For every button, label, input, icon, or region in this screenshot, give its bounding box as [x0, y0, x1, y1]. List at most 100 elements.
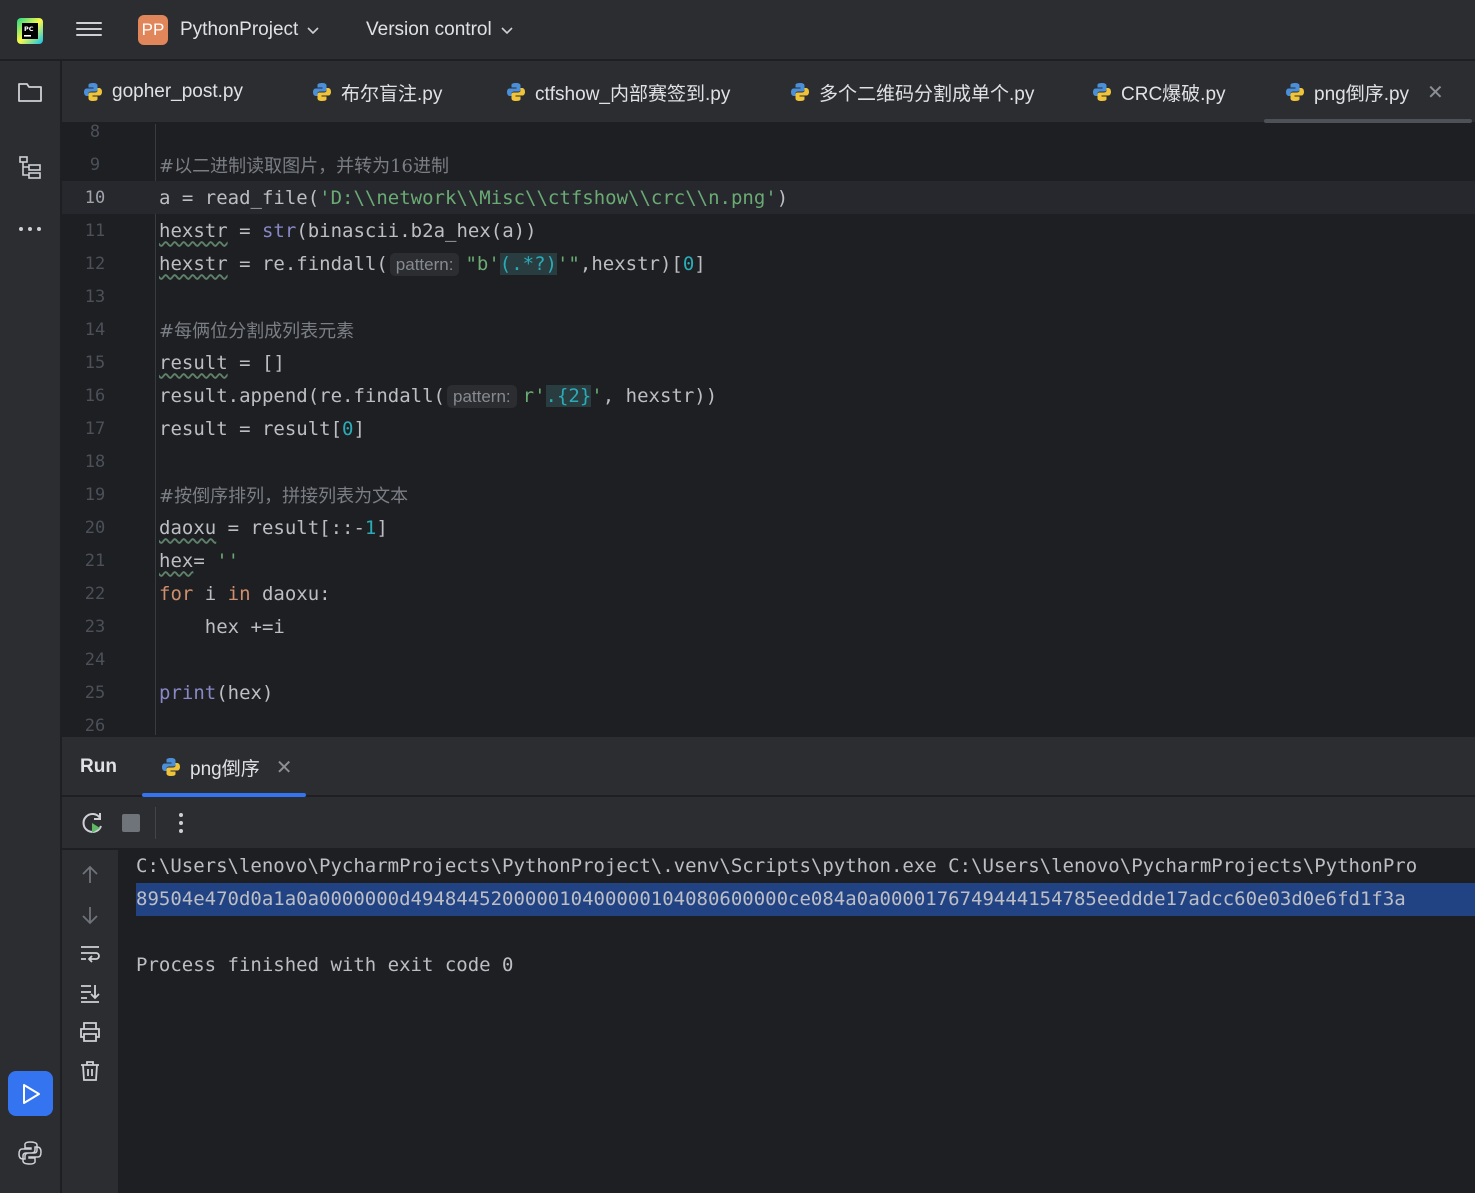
code-line: 18	[62, 445, 1475, 478]
tab-bool-blind[interactable]: 布尔盲注.py	[311, 61, 442, 123]
print-icon[interactable]	[78, 1020, 102, 1044]
version-control-selector[interactable]: Version control	[366, 14, 514, 46]
code-line: 19 #按倒序排列，拼接列表为文本	[62, 478, 1475, 511]
arrow-down-icon[interactable]	[78, 903, 102, 927]
tab-label: gopher_post.py	[112, 81, 243, 102]
tab-label: CRC爆破.py	[1121, 83, 1226, 105]
version-control-label: Version control	[366, 19, 492, 40]
code-line: 20 daoxu = result[::-1]	[62, 511, 1475, 544]
code-token: (hex)	[216, 681, 274, 704]
tab-label: png倒序.py	[1314, 83, 1410, 105]
line-number: 21	[84, 550, 106, 571]
kebab-icon[interactable]	[168, 810, 194, 836]
tab-qrcode-split[interactable]: 多个二维码分割成单个.py	[789, 61, 1034, 123]
code-number: 0	[342, 417, 354, 440]
code-token: = re.findall(	[227, 252, 388, 275]
project-name: PythonProject	[180, 19, 299, 40]
code-line: 16 result.append(re.findall(pattern: r'.{…	[62, 379, 1475, 412]
code-line: 21 hex= ''	[62, 544, 1475, 577]
code-keyword: in	[227, 582, 251, 605]
run-panel-header: Run png倒序 ✕	[62, 736, 1475, 797]
toolbar-separator	[155, 807, 156, 839]
console-exit-message: Process finished with exit code 0	[136, 954, 514, 976]
code-token: i	[193, 582, 228, 605]
editor-tabs: gopher_post.py 布尔盲注.py ctfshow_内部赛签到.py …	[62, 61, 1475, 123]
run-toolbar	[62, 797, 1475, 849]
code-editor[interactable]: 8 9 #以二进制读取图片，并转为16进制 10 a = read_file('…	[62, 124, 1475, 735]
arrow-up-icon[interactable]	[78, 863, 102, 887]
code-regex: .{2}	[545, 384, 592, 407]
close-icon[interactable]: ✕	[1427, 80, 1444, 105]
code-string: ''	[216, 549, 240, 572]
close-icon[interactable]: ✕	[276, 755, 293, 780]
code-variable: hexstr	[159, 219, 228, 242]
code-builtin: str	[261, 219, 297, 242]
code-line-current: 10 a = read_file('D:\\network\\Misc\\ctf…	[62, 181, 1475, 214]
line-number: 13	[84, 286, 106, 307]
run-tool-button[interactable]	[8, 1071, 53, 1116]
parameter-hint: pattern:	[446, 384, 517, 408]
code-token: result.append(re.findall(	[159, 384, 445, 407]
tab-gopher-post[interactable]: gopher_post.py	[82, 61, 243, 123]
code-token: = result[::-	[216, 516, 365, 539]
tab-crc-brute[interactable]: CRC爆破.py	[1091, 61, 1226, 123]
python-console-icon[interactable]	[16, 1139, 44, 1167]
soft-wrap-icon[interactable]	[78, 942, 102, 966]
line-number: 18	[84, 451, 106, 472]
more-icon[interactable]	[16, 215, 44, 243]
pycharm-logo-icon[interactable]: PC	[17, 18, 43, 44]
trash-icon[interactable]	[78, 1059, 102, 1083]
run-tab-label: png倒序	[190, 758, 260, 780]
project-selector[interactable]: PP PythonProject	[138, 14, 320, 46]
run-config-tab[interactable]: png倒序 ✕	[142, 737, 306, 797]
tab-label: 多个二维码分割成单个.py	[819, 83, 1035, 105]
hamburger-menu-icon[interactable]	[76, 18, 102, 42]
line-number: 24	[84, 649, 106, 670]
code-token: =	[227, 219, 262, 242]
structure-icon[interactable]	[16, 153, 44, 181]
code-token: , hexstr))	[602, 384, 718, 407]
code-regex: (.*?)	[499, 252, 557, 275]
code-token: ,hexstr)[	[579, 252, 683, 275]
code-number: 1	[364, 516, 377, 539]
code-line: 17 result = result[0]	[62, 412, 1475, 445]
parameter-hint: pattern:	[389, 252, 460, 276]
line-number: 12	[84, 253, 106, 274]
code-string: r'	[522, 384, 546, 407]
stop-icon[interactable]	[122, 814, 140, 832]
run-panel-title: Run	[80, 756, 117, 777]
line-number: 26	[84, 715, 106, 736]
scroll-to-end-icon[interactable]	[78, 981, 102, 1005]
code-line: 25 print(hex)	[62, 676, 1475, 709]
chevron-down-icon	[501, 27, 513, 35]
code-string: "b'	[465, 252, 500, 275]
tab-label: 布尔盲注.py	[341, 83, 443, 105]
line-number: 25	[84, 682, 106, 703]
python-file-icon	[1093, 83, 1111, 101]
code-token: ]	[376, 516, 388, 539]
tab-ctfshow-signin[interactable]: ctfshow_内部赛签到.py	[505, 61, 730, 123]
python-file-icon	[791, 83, 809, 101]
rerun-icon[interactable]	[80, 810, 106, 836]
tab-png-reverse[interactable]: png倒序.py ✕	[1264, 61, 1472, 123]
code-line: 15 result = []	[62, 346, 1475, 379]
code-token: result = result[	[159, 417, 343, 440]
code-variable: daoxu	[159, 516, 217, 539]
python-file-icon	[162, 758, 180, 776]
code-variable: result	[159, 351, 228, 374]
code-line: 26	[62, 709, 1475, 736]
line-number: 20	[84, 517, 106, 538]
run-console[interactable]: C:\Users\lenovo\PycharmProjects\PythonPr…	[118, 850, 1475, 1193]
folder-icon[interactable]	[16, 78, 44, 106]
chevron-down-icon	[307, 27, 319, 35]
python-file-icon	[84, 83, 102, 101]
code-line: 11 hexstr = str(binascii.b2a_hex(a))	[62, 214, 1475, 247]
code-token: daoxu:	[250, 582, 331, 605]
code-string: '"	[556, 252, 580, 275]
code-comment: #每俩位分割成列表元素	[159, 320, 355, 342]
project-badge: PP	[138, 15, 168, 45]
console-output-selected[interactable]: 89504e470d0a1a0a0000000d4948445200000104…	[136, 883, 1475, 916]
code-line: 23 hex +=i	[62, 610, 1475, 643]
code-line: 22 for i in daoxu:	[62, 577, 1475, 610]
code-line: 14 #每俩位分割成列表元素	[62, 313, 1475, 346]
